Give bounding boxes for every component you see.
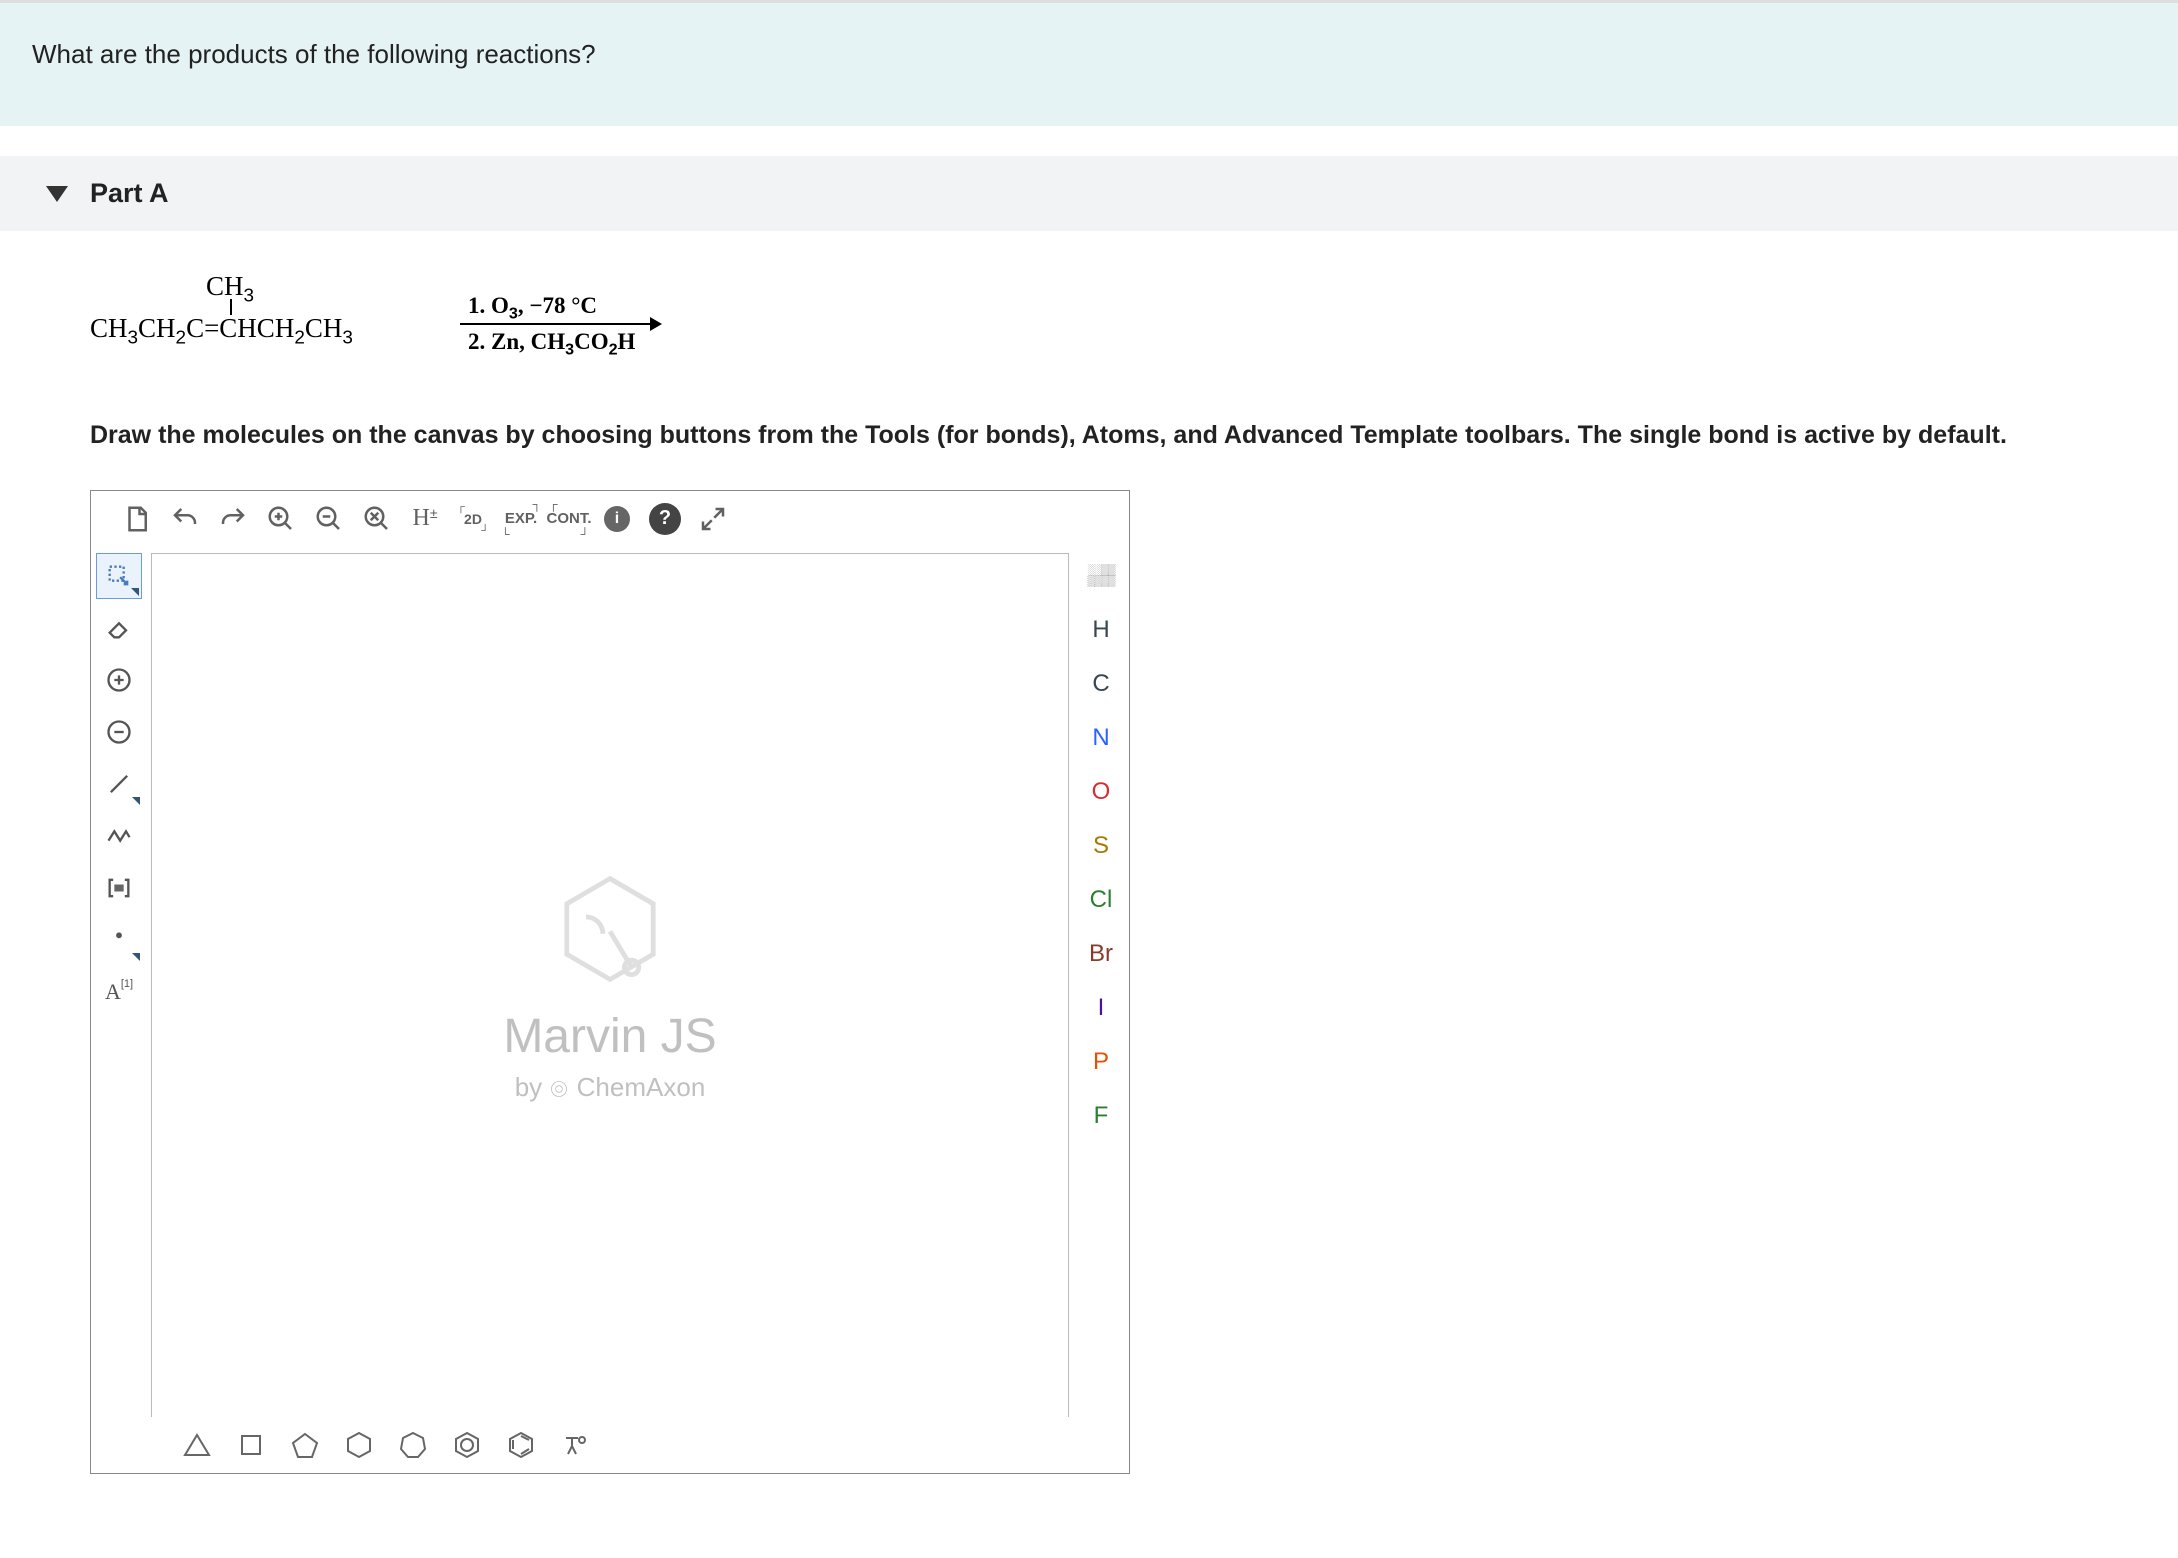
collapse-triangle-icon[interactable] [46, 186, 68, 202]
radical-tool[interactable] [96, 917, 142, 963]
single-bond-tool[interactable] [96, 761, 142, 807]
marvin-editor: H± ┌2D┘ ┐EXP.└ ┌CONT.┘ i ? A[1] [90, 490, 1130, 1474]
atom-br-button[interactable]: Br [1078, 931, 1124, 977]
selection-tool[interactable] [96, 553, 142, 599]
contract-button[interactable]: ┌CONT.┘ [547, 497, 591, 541]
charge-plus-tool[interactable] [96, 657, 142, 703]
custom-template-icon[interactable] [555, 1425, 595, 1465]
drawing-canvas[interactable]: Marvin JS by ChemAxon [151, 553, 1069, 1417]
cyclohexane-template[interactable] [339, 1425, 379, 1465]
cyclobutane-template[interactable] [231, 1425, 271, 1465]
reaction-formula: CH3CH2C=CHCH2CH3 [90, 313, 353, 349]
cyclopropane-template[interactable] [177, 1425, 217, 1465]
clean-2d-button[interactable]: ┌2D┘ [451, 497, 495, 541]
info-icon[interactable]: i [595, 497, 639, 541]
charge-minus-tool[interactable] [96, 709, 142, 755]
content-area: CH3 CH3CH2C=CHCH2CH3 1. O3, −78 °C 2. Zn… [0, 231, 2178, 1474]
part-label: Part A [90, 178, 169, 209]
atom-c-button[interactable]: C [1078, 661, 1124, 707]
atom-h-button[interactable]: H [1078, 607, 1124, 653]
atom-i-button[interactable]: I [1078, 985, 1124, 1031]
eraser-tool[interactable] [96, 605, 142, 651]
periodic-table-button[interactable]: ░░▒▒▒▒▒▒ [1078, 553, 1124, 599]
zoom-out-icon[interactable] [307, 497, 351, 541]
zoom-reset-icon[interactable] [355, 497, 399, 541]
expand-button[interactable]: ┐EXP.└ [499, 497, 543, 541]
top-toolbar: H± ┌2D┘ ┐EXP.└ ┌CONT.┘ i ? [91, 491, 1129, 547]
editor-body: A[1] Marvin JS by ChemAxon ░░▒▒▒▒▒▒ [91, 547, 1129, 1417]
atom-s-button[interactable]: S [1078, 823, 1124, 869]
atom-p-button[interactable]: P [1078, 1039, 1124, 1085]
reaction-scheme: CH3 CH3CH2C=CHCH2CH3 1. O3, −78 °C 2. Zn… [90, 271, 690, 361]
cyclopentane-template[interactable] [285, 1425, 325, 1465]
cycloheptane-template[interactable] [393, 1425, 433, 1465]
question-text: What are the products of the following r… [32, 39, 596, 69]
redo-icon[interactable] [211, 497, 255, 541]
bracket-tool[interactable] [96, 865, 142, 911]
atom-map-tool[interactable]: A[1] [96, 969, 142, 1015]
atom-n-button[interactable]: N [1078, 715, 1124, 761]
left-toolbar: A[1] [91, 547, 147, 1417]
question-banner: What are the products of the following r… [0, 0, 2178, 126]
chain-tool[interactable] [96, 813, 142, 859]
hydrogen-toggle-button[interactable]: H± [403, 497, 447, 541]
part-header[interactable]: Part A [0, 156, 2178, 231]
atoms-toolbar: ░░▒▒▒▒▒▒ H C N O S Cl Br I P F [1073, 547, 1129, 1417]
reaction-condition-1: 1. O3, −78 °C [468, 293, 597, 324]
benzene-template[interactable] [447, 1425, 487, 1465]
benzene-kekule-template[interactable] [501, 1425, 541, 1465]
templates-toolbar [91, 1417, 1129, 1473]
marvin-logo-icon [550, 869, 670, 989]
marvin-watermark: Marvin JS by ChemAxon [503, 869, 716, 1103]
undo-icon[interactable] [163, 497, 207, 541]
new-document-icon[interactable] [115, 497, 159, 541]
zoom-in-icon[interactable] [259, 497, 303, 541]
atom-f-button[interactable]: F [1078, 1093, 1124, 1139]
help-icon[interactable]: ? [643, 497, 687, 541]
atom-o-button[interactable]: O [1078, 769, 1124, 815]
watermark-subtitle: by ChemAxon [503, 1072, 716, 1103]
watermark-title: Marvin JS [503, 1009, 716, 1064]
reaction-condition-2: 2. Zn, CH3CO2H [468, 329, 635, 360]
draw-instruction: Draw the molecules on the canvas by choo… [90, 421, 2178, 450]
fullscreen-icon[interactable] [691, 497, 735, 541]
atom-cl-button[interactable]: Cl [1078, 877, 1124, 923]
